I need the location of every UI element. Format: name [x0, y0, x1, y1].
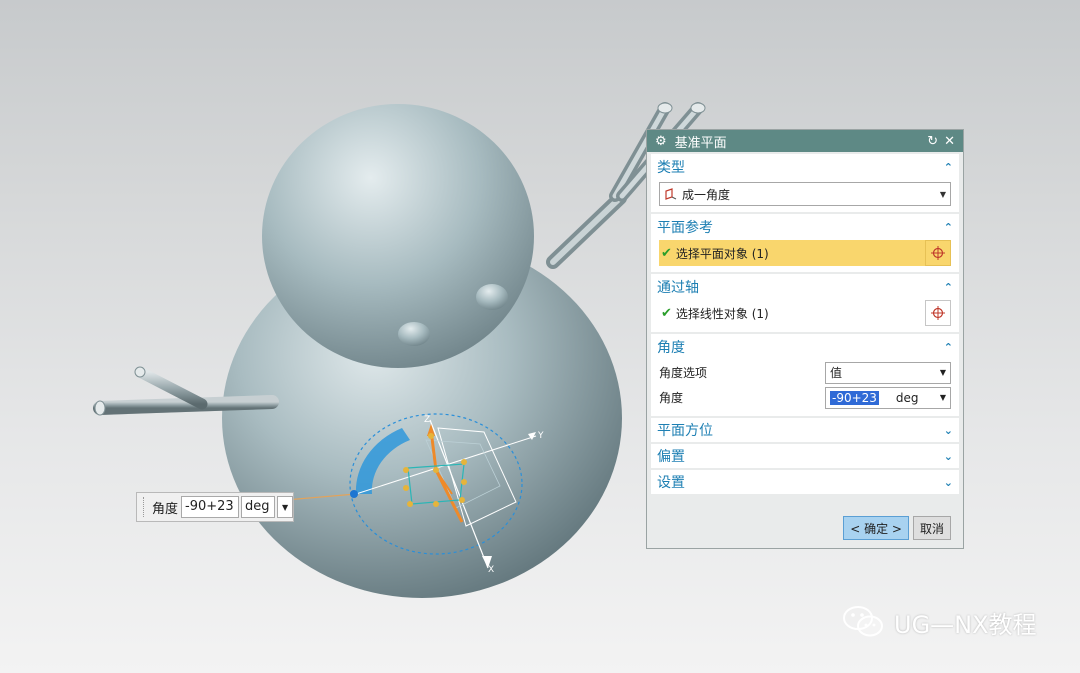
gizmo-label-y: Y: [537, 431, 544, 441]
ok-button[interactable]: < 确定 >: [843, 516, 909, 540]
floating-angle-unit-field[interactable]: deg: [241, 496, 276, 518]
chevron-down-icon[interactable]: ⌄: [944, 424, 953, 437]
reset-icon[interactable]: ↻: [927, 134, 938, 149]
section-type: 类型 ⌃ 成一角度 ▼: [651, 154, 959, 212]
snowman-nose[interactable]: [476, 284, 508, 310]
crosshair-icon: [931, 306, 945, 320]
gear-icon[interactable]: ⚙: [655, 134, 667, 149]
floating-angle-input: 角度 -90+23 deg ▼: [136, 492, 294, 522]
select-axis-crosshair-button[interactable]: [925, 300, 951, 326]
section-through-axis: 通过轴 ⌃ ✔ 选择线性对象 (1): [651, 274, 959, 332]
dialog-title: 基准平面: [674, 135, 727, 151]
section-plane-reference: 平面参考 ⌃ ✔ 选择平面对象 (1): [651, 214, 959, 272]
angle-value-field[interactable]: -90+23 deg ▼: [825, 386, 951, 409]
watermark: UG—NX教程: [842, 604, 1037, 640]
section-through-axis-title: 通过轴: [657, 280, 699, 296]
cancel-button[interactable]: 取消: [912, 516, 951, 540]
watermark-text: UG—NX教程: [894, 610, 1037, 639]
angle-value-label: 角度: [659, 391, 684, 405]
select-plane-object-label: 选择平面对象 (1): [675, 246, 769, 261]
angle-unit-text[interactable]: deg: [896, 391, 940, 405]
check-icon: ✔: [661, 305, 672, 321]
crosshair-icon: [931, 246, 945, 260]
select-plane-crosshair-button[interactable]: [925, 240, 951, 266]
snowman-button[interactable]: [398, 322, 430, 346]
section-plane-orientation[interactable]: 平面方位 ⌄: [651, 418, 959, 442]
wechat-icon: [843, 606, 883, 637]
chevron-down-icon: ▼: [939, 368, 946, 377]
drag-grip[interactable]: [143, 497, 146, 517]
gizmo-label-z: Z: [424, 415, 430, 425]
section-offset-title: 偏置: [657, 449, 685, 465]
angle-option-row: 角度选项 值 ▼: [659, 360, 951, 385]
section-angle-title: 角度: [657, 340, 685, 356]
chevron-down-icon: ▼: [939, 189, 946, 199]
section-offset-header[interactable]: 偏置 ⌄: [651, 444, 959, 468]
section-through-axis-header[interactable]: 通过轴 ⌃: [651, 274, 959, 300]
chevron-down-icon[interactable]: ⌄: [944, 450, 953, 463]
type-dropdown[interactable]: 成一角度 ▼: [659, 182, 951, 206]
section-angle: 角度 ⌃ 角度选项 值 ▼ 角度 -90+23 deg ▼: [651, 334, 959, 416]
select-plane-object-row[interactable]: ✔ 选择平面对象 (1): [659, 240, 951, 266]
angle-option-label: 角度选项: [659, 366, 708, 380]
section-plane-orientation-header[interactable]: 平面方位 ⌄: [651, 418, 959, 442]
chevron-up-icon[interactable]: ⌃: [944, 281, 953, 294]
angle-value-row: 角度 -90+23 deg ▼: [659, 385, 951, 410]
section-offset[interactable]: 偏置 ⌄: [651, 444, 959, 468]
snowman-head[interactable]: [262, 104, 534, 368]
chevron-down-icon[interactable]: ▼: [277, 496, 294, 518]
section-angle-header[interactable]: 角度 ⌃: [651, 334, 959, 360]
dialog-footer: < 确定 > 取消: [843, 516, 951, 540]
chevron-up-icon[interactable]: ⌃: [944, 221, 953, 234]
section-type-header[interactable]: 类型 ⌃: [651, 154, 959, 180]
section-type-title: 类型: [657, 160, 685, 176]
chevron-down-icon[interactable]: ▼: [940, 393, 946, 402]
floating-angle-label: 角度: [152, 501, 179, 517]
section-settings-header[interactable]: 设置 ⌄: [651, 470, 959, 494]
section-plane-reference-header[interactable]: 平面参考 ⌃: [651, 214, 959, 240]
dialog-titlebar[interactable]: ⚙ 基准平面 ↻ ✕: [647, 130, 963, 152]
close-icon[interactable]: ✕: [944, 134, 955, 149]
check-icon: ✔: [661, 245, 672, 261]
angle-option-value: 值: [830, 366, 843, 380]
datum-plane-dialog: ⚙ 基准平面 ↻ ✕ 类型 ⌃ 成一角度 ▼ 平面参考 ⌃ ✔ 选择平面对象 (…: [646, 129, 964, 549]
select-linear-object-label: 选择线性对象 (1): [675, 306, 769, 321]
section-plane-reference-title: 平面参考: [657, 220, 713, 236]
section-plane-orientation-title: 平面方位: [657, 423, 713, 439]
select-linear-object-row[interactable]: ✔ 选择线性对象 (1): [659, 300, 951, 326]
chevron-up-icon[interactable]: ⌃: [944, 341, 953, 354]
section-settings[interactable]: 设置 ⌄: [651, 470, 959, 494]
chevron-down-icon[interactable]: ⌄: [944, 476, 953, 489]
chevron-up-icon[interactable]: ⌃: [944, 161, 953, 174]
section-settings-title: 设置: [657, 475, 685, 491]
angle-plane-icon: [665, 188, 677, 200]
type-dropdown-value: 成一角度: [682, 187, 731, 202]
floating-angle-value-field[interactable]: -90+23: [181, 496, 240, 518]
angle-value-text[interactable]: -90+23: [830, 390, 879, 405]
gizmo-label-x: X: [488, 565, 494, 575]
angle-option-dropdown[interactable]: 值 ▼: [825, 361, 951, 384]
